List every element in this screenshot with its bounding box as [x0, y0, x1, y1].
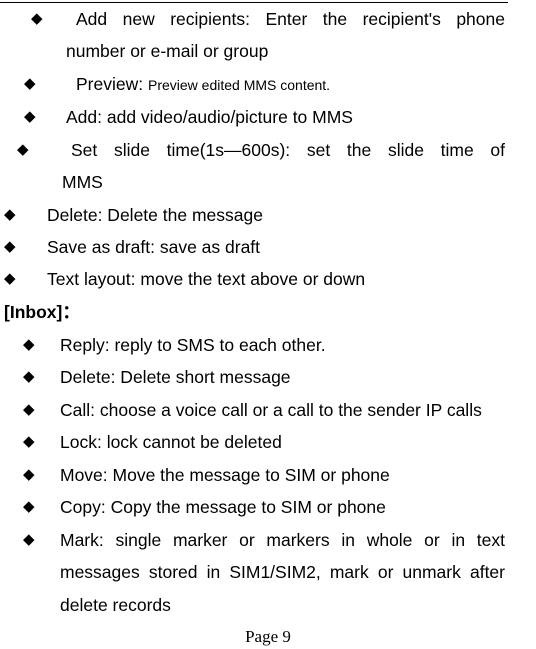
- list-item-preview-label: Preview:: [76, 74, 144, 94]
- bullet-diamond-icon: ◆: [23, 401, 35, 418]
- inbox-item-mark-line3: delete records: [60, 595, 171, 615]
- list-item-delete: Delete: Delete the message: [47, 205, 263, 225]
- bullet-diamond-icon: ◆: [17, 141, 29, 158]
- bullet-diamond-icon: ◆: [23, 531, 35, 548]
- list-item-text-layout: Text layout: move the text above or down: [47, 269, 366, 289]
- inbox-item-delete: Delete: Delete short message: [60, 367, 291, 387]
- bullet-diamond-icon: ◆: [23, 368, 35, 385]
- bullet-diamond-icon: ◆: [24, 108, 36, 125]
- inbox-item-move: Move: Move the message to SIM or phone: [60, 465, 390, 485]
- inbox-item-mark-line2: messages stored in SIM1/SIM2, mark or un…: [60, 562, 505, 582]
- inbox-item-lock: Lock: lock cannot be deleted: [60, 432, 282, 452]
- list-item-preview: Preview: Preview edited MMS content.: [76, 74, 330, 95]
- inbox-item-call: Call: choose a voice call or a call to t…: [60, 400, 482, 420]
- bullet-diamond-icon: ◆: [23, 498, 35, 515]
- list-item-preview-text: Preview edited MMS content.: [147, 77, 331, 93]
- list-item-add-recipients-line2: number or e-mail or group: [66, 41, 269, 61]
- inbox-item-copy: Copy: Copy the message to SIM or phone: [60, 497, 386, 517]
- header-rule: [0, 2, 508, 3]
- bullet-diamond-icon: ◆: [23, 466, 35, 483]
- list-item-slide-time-line2: MMS: [62, 172, 103, 192]
- bullet-diamond-icon: ◆: [4, 270, 16, 287]
- bullet-diamond-icon: ◆: [24, 75, 36, 92]
- inbox-item-mark-line1: Mark: single marker or markers in whole …: [60, 530, 505, 550]
- page-number: Page 9: [245, 627, 291, 646]
- bullet-diamond-icon: ◆: [4, 238, 16, 255]
- list-item-slide-time-line1: Set slide time(1s—600s): set the slide t…: [71, 140, 505, 160]
- bullet-diamond-icon: ◆: [31, 10, 43, 27]
- bullet-diamond-icon: ◆: [4, 206, 16, 223]
- bullet-diamond-icon: ◆: [23, 433, 35, 450]
- list-item-add: Add: add video/audio/picture to MMS: [66, 107, 353, 127]
- inbox-heading: [Inbox]：: [4, 302, 80, 322]
- list-item-save-draft: Save as draft: save as draft: [47, 237, 261, 257]
- bullet-diamond-icon: ◆: [23, 336, 35, 353]
- inbox-item-reply: Reply: reply to SMS to each other.: [60, 335, 326, 355]
- list-item-add-recipients-line1: Add new recipients: Enter the recipient'…: [76, 9, 505, 29]
